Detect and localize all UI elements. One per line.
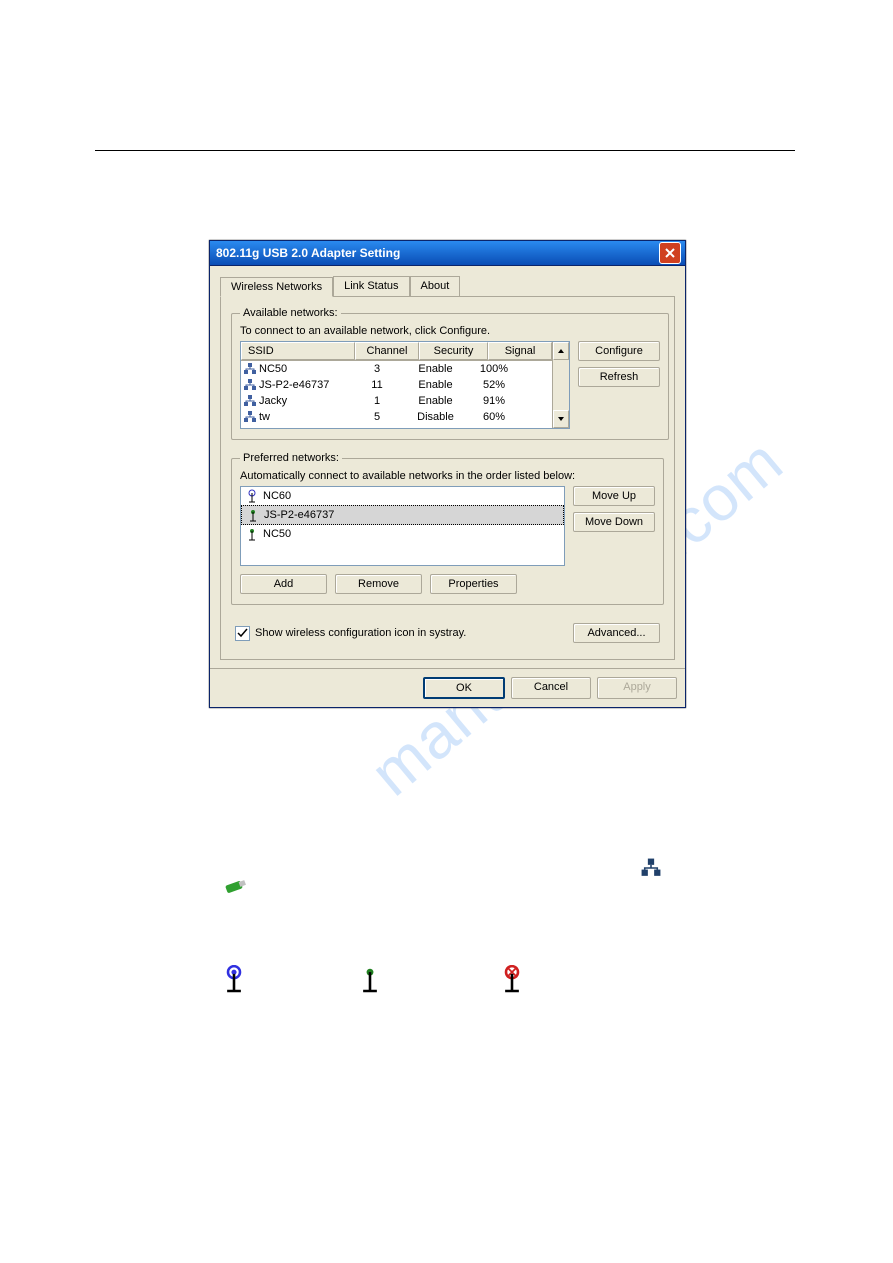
cell-security: Enable [405, 395, 466, 407]
horizontal-rule [95, 150, 795, 151]
header-security[interactable]: Security [419, 342, 488, 360]
header-channel[interactable]: Channel [355, 342, 419, 360]
close-button[interactable] [659, 242, 681, 264]
move-up-button[interactable]: Move Up [573, 486, 655, 506]
configure-button[interactable]: Configure [578, 341, 660, 361]
preferred-legend: Preferred networks: [240, 452, 342, 464]
cell-ssid: Jacky [259, 395, 287, 407]
preferred-item[interactable]: NC60 [241, 487, 564, 505]
advanced-button[interactable]: Advanced... [573, 623, 660, 643]
remove-button[interactable]: Remove [335, 574, 422, 594]
antenna-green-icon [358, 965, 382, 993]
dialog-title: 802.11g USB 2.0 Adapter Setting [214, 246, 659, 260]
network-row[interactable]: tw 5 Disable 60% [241, 409, 552, 425]
cell-signal: 91% [466, 395, 522, 407]
preferred-networks-list[interactable]: NC60 JS-P2-e46737 NC50 [240, 486, 565, 566]
network-icon [243, 378, 257, 392]
refresh-button[interactable]: Refresh [578, 367, 660, 387]
titlebar: 802.11g USB 2.0 Adapter Setting [210, 241, 685, 266]
preferred-networks-group: Preferred networks: Automatically connec… [231, 452, 664, 605]
network-icon [243, 362, 257, 376]
cell-channel: 11 [349, 379, 405, 391]
cell-ssid: tw [259, 411, 270, 423]
preferred-item[interactable]: NC50 [241, 525, 564, 543]
available-networks-group: Available networks: To connect to an ava… [231, 307, 669, 440]
cell-signal: 60% [466, 411, 522, 423]
tab-wireless-networks[interactable]: Wireless Networks [220, 277, 333, 297]
properties-button[interactable]: Properties [430, 574, 517, 594]
cancel-button[interactable]: Cancel [511, 677, 591, 699]
preferred-instruction: Automatically connect to available netwo… [240, 470, 655, 482]
close-icon [665, 248, 675, 258]
ok-button[interactable]: OK [423, 677, 505, 699]
cell-channel: 1 [349, 395, 405, 407]
cell-security: Enable [405, 363, 466, 375]
antenna-blue-icon [222, 965, 246, 993]
network-icon [243, 410, 257, 424]
usb-adapter-icon [224, 879, 250, 897]
tab-link-status[interactable]: Link Status [333, 276, 409, 296]
antenna-icon [245, 489, 259, 503]
preferred-item[interactable]: JS-P2-e46737 [241, 505, 564, 525]
settings-dialog: 802.11g USB 2.0 Adapter Setting Wireless… [209, 240, 686, 708]
network-row[interactable]: NC50 3 Enable 100% [241, 361, 552, 377]
chevron-down-icon [557, 415, 565, 423]
cell-ssid: JS-P2-e46737 [259, 379, 329, 391]
cell-security: Enable [405, 379, 466, 391]
tab-about[interactable]: About [410, 276, 461, 296]
header-ssid[interactable]: SSID [241, 342, 355, 360]
cell-signal: 100% [466, 363, 522, 375]
available-legend: Available networks: [240, 307, 341, 319]
cell-signal: 52% [466, 379, 522, 391]
preferred-item-label: JS-P2-e46737 [264, 509, 334, 521]
dialog-button-bar: OK Cancel Apply [210, 668, 685, 707]
antenna-red-icon [500, 965, 524, 993]
cell-channel: 5 [349, 411, 405, 423]
preferred-item-label: NC50 [263, 528, 291, 540]
header-signal[interactable]: Signal [488, 342, 552, 360]
scroll-up-button[interactable] [553, 342, 569, 360]
available-networks-list[interactable]: SSID Channel Security Signal NC50 3 Enab… [240, 341, 570, 429]
available-instruction: To connect to an available network, clic… [240, 325, 660, 337]
scroll-down-button[interactable] [553, 410, 569, 428]
preferred-item-label: NC60 [263, 490, 291, 502]
cell-security: Disable [405, 411, 466, 423]
network-row[interactable]: JS-P2-e46737 11 Enable 52% [241, 377, 552, 393]
apply-button[interactable]: Apply [597, 677, 677, 699]
move-down-button[interactable]: Move Down [573, 512, 655, 532]
antenna-icon [246, 508, 260, 522]
add-button[interactable]: Add [240, 574, 327, 594]
check-icon [237, 628, 248, 639]
scroll-track[interactable] [553, 360, 569, 410]
cell-ssid: NC50 [259, 363, 287, 375]
network-icon [640, 857, 662, 879]
chevron-up-icon [557, 347, 565, 355]
list-headers: SSID Channel Security Signal [241, 342, 552, 361]
network-icon [243, 394, 257, 408]
scrollbar[interactable] [552, 342, 569, 428]
cell-channel: 3 [349, 363, 405, 375]
tab-panel: Available networks: To connect to an ava… [220, 297, 675, 660]
network-row[interactable]: Jacky 1 Enable 91% [241, 393, 552, 409]
systray-label: Show wireless configuration icon in syst… [255, 627, 573, 639]
antenna-icon [245, 527, 259, 541]
systray-checkbox[interactable] [235, 626, 250, 641]
tab-strip: Wireless Networks Link Status About [220, 276, 675, 297]
